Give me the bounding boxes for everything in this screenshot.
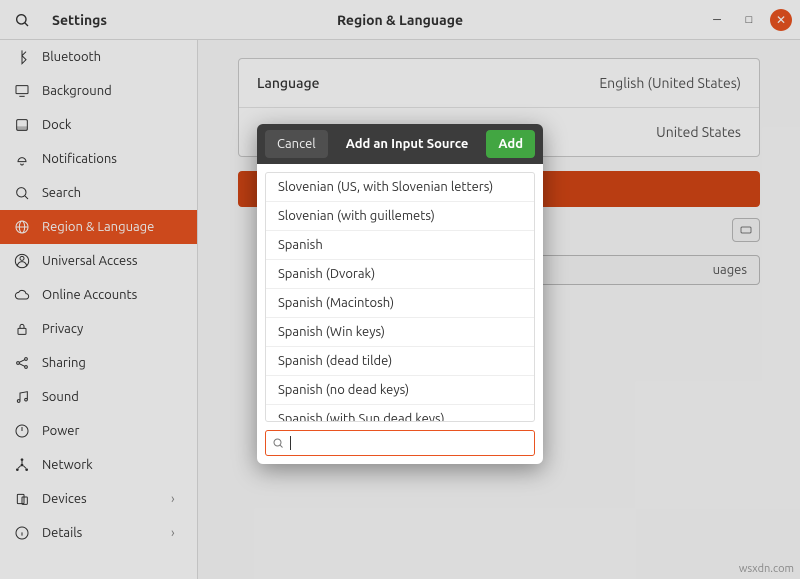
list-item[interactable]: Spanish (no dead keys) bbox=[266, 376, 534, 405]
list-item[interactable]: Spanish (Dvorak) bbox=[266, 260, 534, 289]
add-input-source-dialog: Cancel Add an Input Source Add Slovenian… bbox=[257, 124, 543, 464]
dialog-search-field[interactable] bbox=[265, 430, 535, 456]
cancel-button[interactable]: Cancel bbox=[265, 130, 328, 158]
search-input[interactable] bbox=[297, 436, 528, 450]
text-cursor bbox=[290, 436, 291, 450]
search-icon bbox=[272, 437, 284, 449]
modal-overlay: Cancel Add an Input Source Add Slovenian… bbox=[0, 0, 800, 579]
watermark: wsxdn.com bbox=[739, 563, 794, 575]
dialog-header: Cancel Add an Input Source Add bbox=[257, 124, 543, 164]
list-item[interactable]: Slovenian (with guillemets) bbox=[266, 202, 534, 231]
add-button[interactable]: Add bbox=[486, 130, 535, 158]
input-source-list[interactable]: Slovenian (US, with Slovenian letters)Sl… bbox=[265, 172, 535, 422]
list-item[interactable]: Spanish (with Sun dead keys) bbox=[266, 405, 534, 422]
list-item[interactable]: Slovenian (US, with Slovenian letters) bbox=[266, 173, 534, 202]
list-item[interactable]: Spanish (Win keys) bbox=[266, 318, 534, 347]
list-item[interactable]: Spanish (dead tilde) bbox=[266, 347, 534, 376]
list-item[interactable]: Spanish bbox=[266, 231, 534, 260]
list-item[interactable]: Spanish (Macintosh) bbox=[266, 289, 534, 318]
dialog-title: Add an Input Source bbox=[346, 137, 469, 151]
